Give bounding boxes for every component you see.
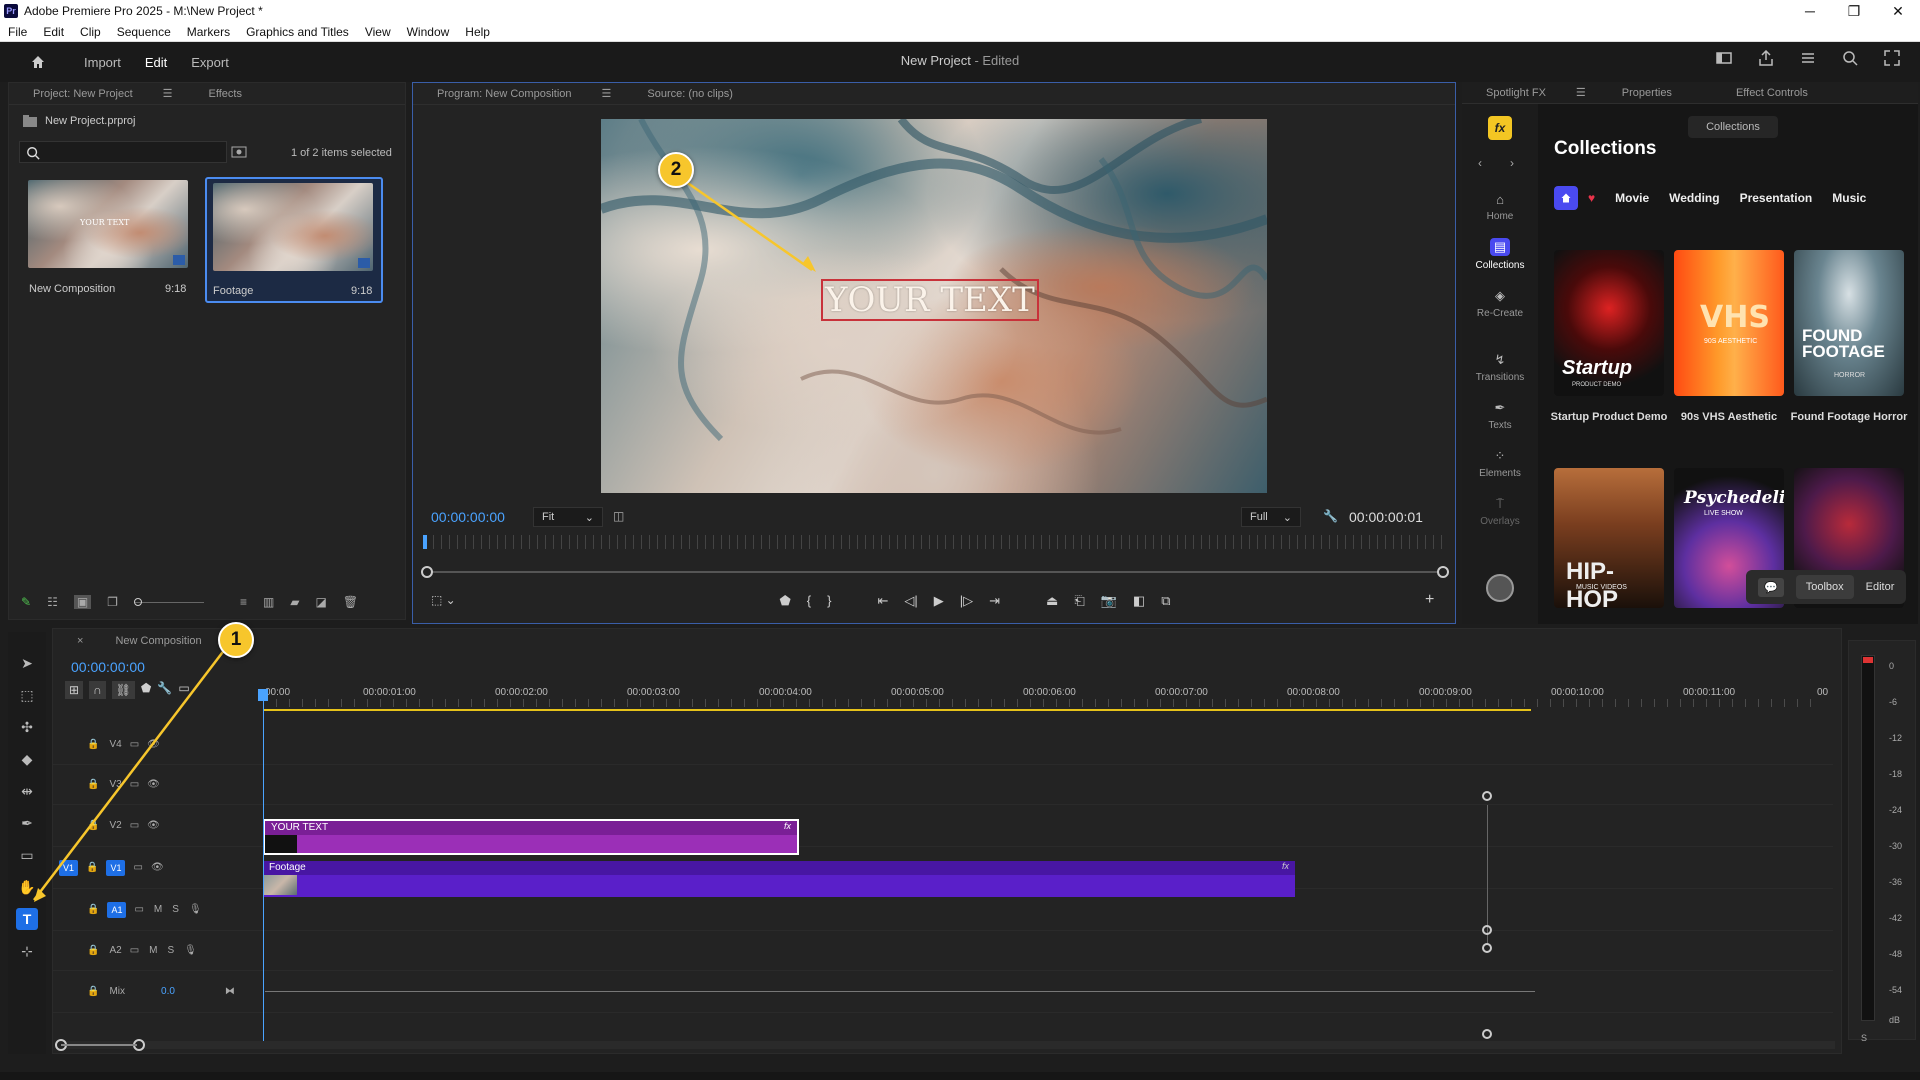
annotation-overlay [33, 170, 816, 902]
annotation-badge-2: 2 [658, 152, 694, 188]
annotation-badge-1: 1 [218, 622, 254, 658]
